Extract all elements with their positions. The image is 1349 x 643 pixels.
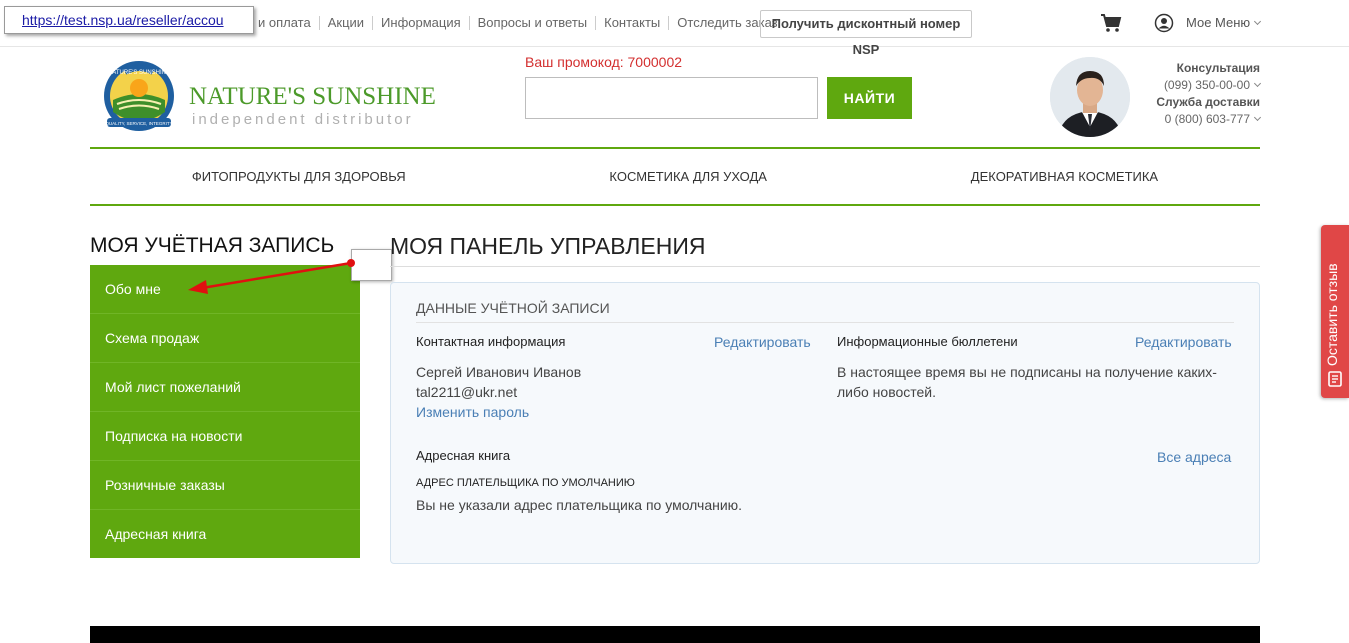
sidebar-item-newsletter[interactable]: Подписка на новости [90,412,360,461]
contact-name: Сергей Иванович Иванов [416,364,582,380]
edit-contact-link[interactable]: Редактировать [714,334,811,350]
logo-wordmark: NATURE'S SUNSHINE [189,83,436,110]
sidebar-item-sales-scheme[interactable]: Схема продаж [90,314,360,363]
default-billing-text: Вы не указали адрес плательщика по умолч… [416,497,743,513]
newsletter-status-line2: либо новостей. [837,384,937,400]
annotation-arrow-icon [188,259,355,294]
newsletter-status-line1: В настоящее время вы не подписаны на пол… [837,364,1217,380]
logo-seal-text: NATURE'S SUNSHINE [108,70,170,76]
delivery-label: Служба доставки [1156,95,1260,109]
category-phyto[interactable]: ФИТОПРОДУКТЫ ДЛЯ ЗДОРОВЬЯ [192,169,406,184]
delivery-phone[interactable]: 0 (800) 603-777 [1140,111,1262,128]
feedback-note-icon [1328,371,1342,387]
all-addresses-link[interactable]: Все адреса [1157,449,1231,465]
topnav-payment-link[interactable]: и оплата [258,15,311,30]
url-tooltip: https://test.nsp.ua/reseller/accou [4,6,254,34]
default-billing-title: АДРЕС ПЛАТЕЛЬЩИКА ПО УМОЛЧАНИЮ [416,477,635,489]
account-data-panel: ДАННЫЕ УЧЁТНОЙ ЗАПИСИ Контактная информа… [390,282,1260,564]
topnav-divider [468,15,470,30]
topnav-info-link[interactable]: Информация [381,15,461,30]
consult-phone-number: (099) 350-00-00 [1163,78,1250,92]
sidebar-item-address-book[interactable]: Адресная книга [90,510,360,559]
chevron-down-icon [1253,113,1262,122]
category-decor-cosmetics[interactable]: ДЕКОРАТИВНАЯ КОСМЕТИКА [971,169,1158,184]
nsp-logo[interactable]: NATURE'S SUNSHINE QUALITY, SERVICE, INTE… [101,60,436,136]
sidebar-item-wishlist[interactable]: Мой лист пожеланий [90,363,360,412]
contact-block: Консультация (099) 350-00-00 Служба дост… [1140,60,1262,128]
feedback-label: Оставить отзыв [1324,263,1340,366]
address-book-title: Адресная книга [416,448,511,463]
topnav-divider [372,15,374,30]
topnav-divider [668,15,670,30]
contact-email: tal2211@ukr.net [416,384,518,400]
panel-title: ДАННЫЕ УЧЁТНОЙ ЗАПИСИ [416,300,1234,323]
change-password-link[interactable]: Изменить пароль [416,402,529,422]
topnav-promotions-link[interactable]: Акции [328,15,364,30]
cart-icon[interactable] [1100,13,1122,33]
page-title: МОЯ ПАНЕЛЬ УПРАВЛЕНИЯ [390,233,1260,267]
chevron-down-icon [1253,79,1262,88]
my-menu-dropdown[interactable]: Мое Меню [1186,15,1262,30]
category-care-cosmetics[interactable]: КОСМЕТИКА ДЛЯ УХОДА [609,169,767,184]
category-nav: ФИТОПРОДУКТЫ ДЛЯ ЗДОРОВЬЯ КОСМЕТИКА ДЛЯ … [90,147,1260,206]
logo-subtitle: independent distributor [192,111,414,128]
contact-info-title: Контактная информация [416,334,566,349]
delivery-phone-number: 0 (800) 603-777 [1164,112,1250,126]
search-button[interactable]: НАЙТИ [827,77,912,119]
feedback-tab[interactable]: Оставить отзыв [1321,225,1349,398]
search-input[interactable] [525,77,818,119]
top-bar: https://test.nsp.ua/reseller/accou и опл… [0,0,1349,57]
consultant-avatar [1050,57,1130,137]
topnav-contacts-link[interactable]: Контакты [604,15,660,30]
topnav-divider [318,15,320,30]
footer-band [90,626,1260,643]
consult-phone[interactable]: (099) 350-00-00 [1140,77,1262,94]
chevron-down-icon [1254,17,1262,26]
account-sidebar: Обо мне Схема продаж Мой лист пожеланий … [90,265,360,558]
my-menu-label: Мое Меню [1186,15,1251,30]
logo-seal-motto: QUALITY, SERVICE, INTEGRITY [105,121,172,126]
topnav-divider [595,15,597,30]
promo-code: Ваш промокод: 7000002 [525,54,683,70]
sidebar-item-retail-orders[interactable]: Розничные заказы [90,461,360,510]
newsletter-title: Информационные бюллетени [837,334,1018,349]
consult-label: Консультация [1176,61,1260,75]
user-icon[interactable] [1154,13,1174,33]
edit-newsletter-link[interactable]: Редактировать [1135,334,1232,350]
top-nav: и оплата Акции Информация Вопросы и отве… [258,15,778,30]
discount-number-button[interactable]: Получить дисконтный номер NSP [760,10,972,57]
topnav-faq-link[interactable]: Вопросы и ответы [478,15,587,30]
